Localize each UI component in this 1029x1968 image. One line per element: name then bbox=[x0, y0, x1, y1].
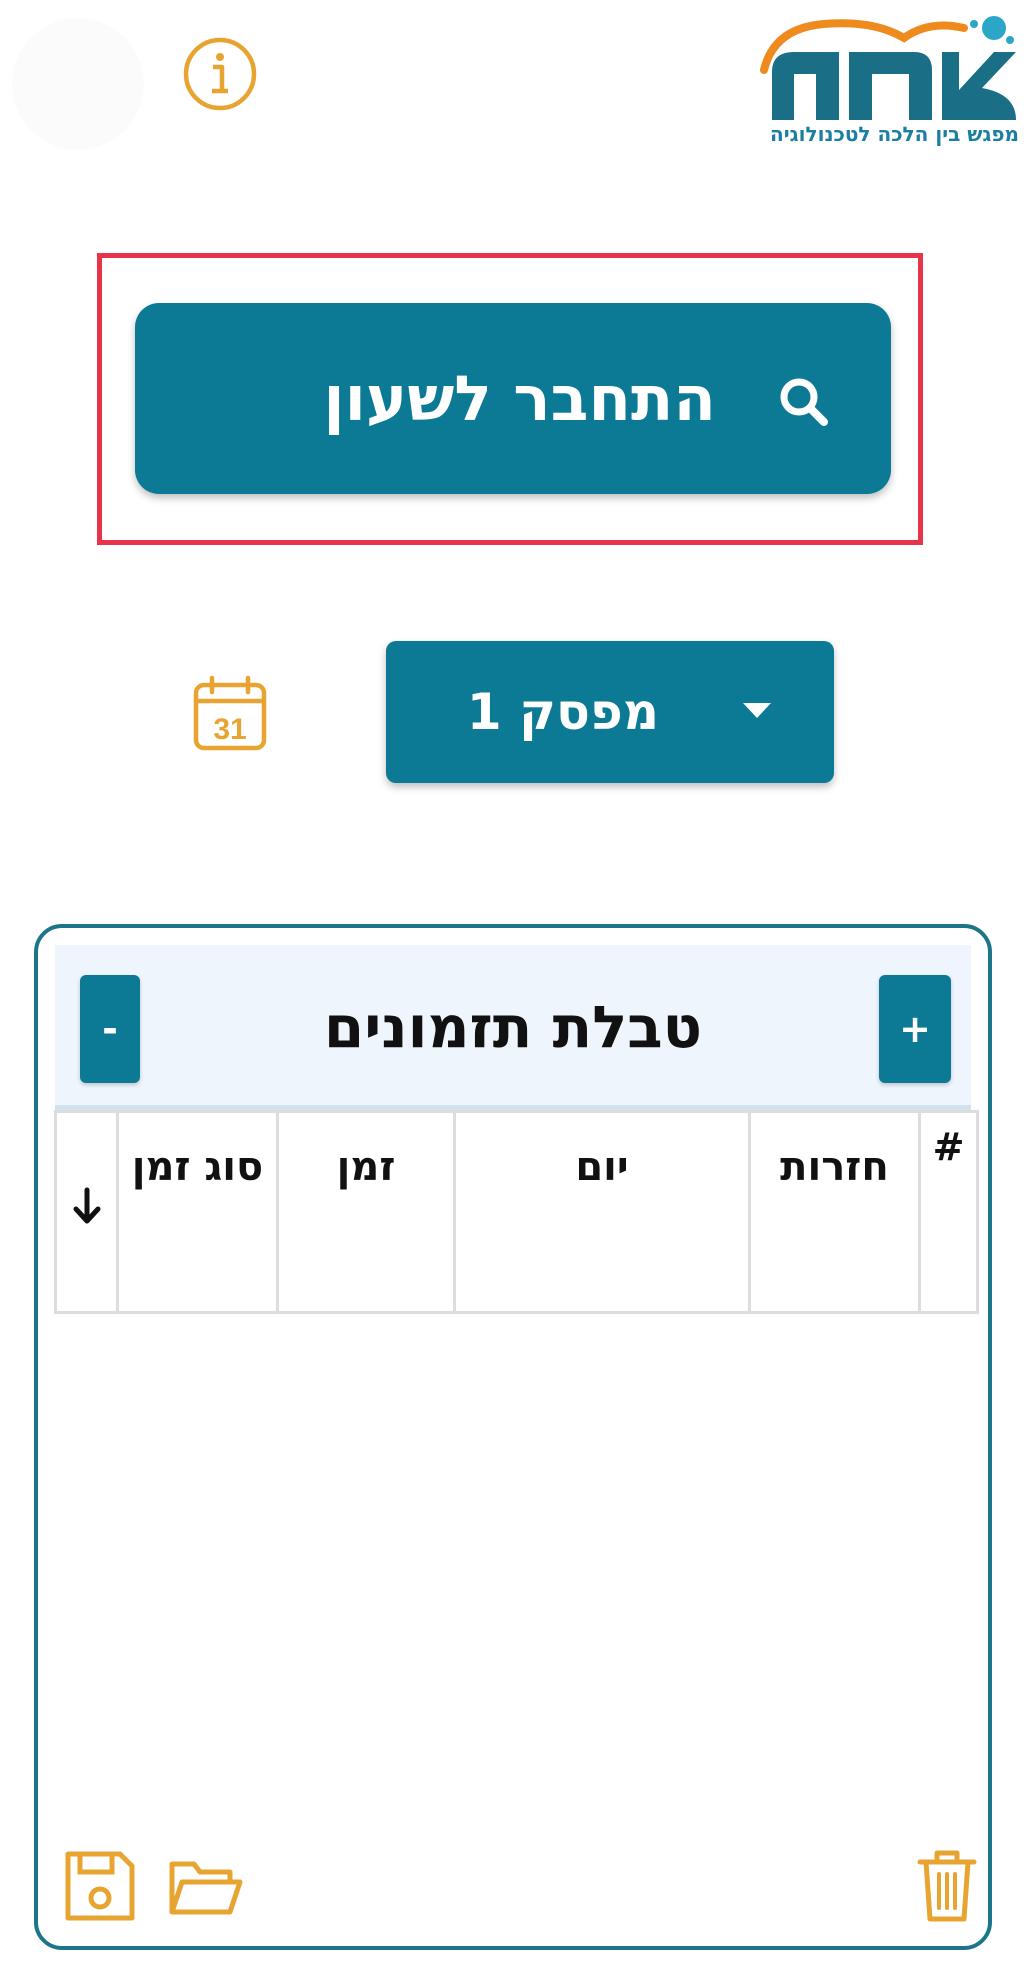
calendar-icon[interactable]: 31 bbox=[191, 675, 269, 753]
schedule-table: # חזרות יום זמן סוג זמן bbox=[54, 1110, 979, 1314]
column-header-time[interactable]: זמן bbox=[276, 1110, 456, 1314]
table-title: טבלת תזמונים bbox=[323, 993, 703, 1061]
column-header-time-type[interactable]: סוג זמן bbox=[116, 1110, 279, 1314]
connect-button-label: התחבר לשעון bbox=[323, 362, 716, 435]
logo-tagline: מפגש בין הלכה לטכנולוגיה bbox=[770, 122, 1019, 146]
column-header-repeats[interactable]: חזרות bbox=[748, 1110, 921, 1314]
column-header-index: # bbox=[918, 1110, 979, 1314]
tzomet-logo-icon bbox=[760, 16, 1016, 120]
remove-row-button[interactable]: - bbox=[80, 975, 140, 1083]
brand-logo: מפגש בין הלכה לטכנולוגיה bbox=[754, 10, 1019, 155]
add-row-button[interactable]: + bbox=[879, 975, 951, 1083]
column-header-day[interactable]: יום bbox=[453, 1110, 751, 1314]
search-icon bbox=[780, 378, 828, 426]
schedule-table-card: טבלת תזמונים + - # חזרות יום זמן סוג זמן bbox=[34, 924, 992, 1950]
caret-down-icon bbox=[743, 703, 771, 718]
table-header-row: # חזרות יום זמן סוג זמן bbox=[54, 1110, 979, 1314]
save-icon[interactable] bbox=[62, 1848, 138, 1924]
connect-to-clock-button[interactable]: התחבר לשעון bbox=[135, 303, 891, 494]
calendar-day: 31 bbox=[213, 713, 246, 746]
switch-select[interactable]: מפסק 1 bbox=[386, 641, 834, 783]
avatar[interactable] bbox=[12, 18, 144, 150]
table-header-bar: טבלת תזמונים + - bbox=[55, 945, 971, 1110]
folder-open-icon[interactable] bbox=[168, 1850, 244, 1926]
switch-select-value: מפסק 1 bbox=[466, 683, 659, 741]
info-icon[interactable] bbox=[182, 36, 258, 112]
sort-arrow-icon[interactable] bbox=[72, 1186, 102, 1226]
trash-icon[interactable] bbox=[917, 1848, 977, 1924]
column-header-sort[interactable] bbox=[54, 1110, 119, 1314]
